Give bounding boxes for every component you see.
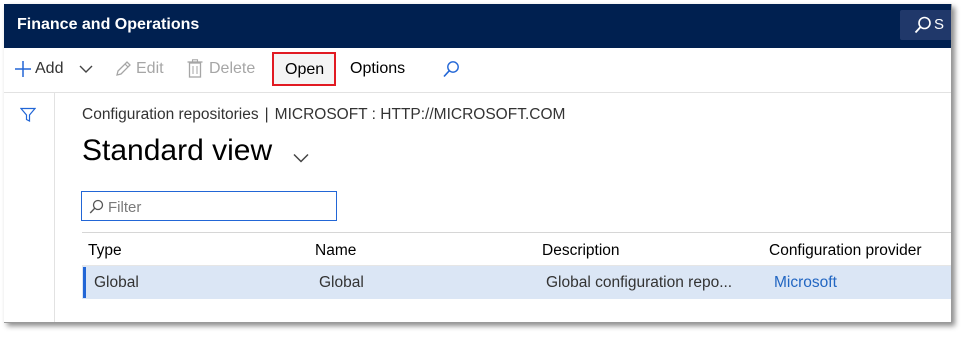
add-button-label: Add: [35, 60, 64, 77]
grid-filter-input[interactable]: [106, 196, 330, 218]
open-button[interactable]: Open: [272, 52, 336, 86]
options-button[interactable]: Options: [350, 58, 420, 80]
column-header-type[interactable]: Type: [88, 242, 122, 260]
column-header-description[interactable]: Description: [542, 242, 620, 260]
action-search-button[interactable]: [442, 60, 460, 83]
chevron-down-icon[interactable]: [293, 153, 309, 163]
pencil-icon: [116, 61, 131, 76]
selected-row-indicator: [83, 267, 86, 298]
table-row[interactable]: Global Global Global configuration repo.…: [82, 266, 951, 299]
delete-button-label: Delete: [209, 60, 256, 77]
search-icon: [914, 16, 931, 34]
global-search-text: S: [934, 16, 945, 33]
global-search-button[interactable]: S: [900, 10, 951, 40]
breadcrumb-context: MICROSOFT : HTTP://MICROSOFT.COM: [274, 106, 566, 123]
app-title: Finance and Operations: [17, 16, 200, 33]
chevron-down-icon: [79, 65, 93, 73]
column-header-name[interactable]: Name: [315, 242, 356, 260]
action-pane: Add Edit Delete Open Options: [4, 48, 951, 93]
edit-button-label: Edit: [136, 60, 164, 77]
cell-description: Global configuration repo...: [546, 274, 733, 291]
breadcrumb-page: Configuration repositories: [82, 106, 259, 123]
repositories-grid: Type Name Description Configuration prov…: [82, 232, 951, 322]
open-button-label: Open: [285, 61, 325, 78]
cell-provider-link[interactable]: Microsoft: [774, 274, 837, 292]
delete-button[interactable]: Delete: [187, 58, 263, 80]
edit-button[interactable]: Edit: [114, 58, 174, 80]
column-header-configuration-provider[interactable]: Configuration provider: [769, 242, 922, 260]
app-window: Finance and Operations S Add Edit Delete…: [4, 4, 952, 323]
cell-type: Global: [94, 274, 139, 291]
grid-filter-field[interactable]: [81, 191, 337, 221]
trash-icon: [187, 59, 203, 78]
filter-pane-rail: [4, 93, 55, 322]
plus-icon: [15, 61, 31, 77]
funnel-icon[interactable]: [20, 107, 36, 123]
add-button[interactable]: Add: [14, 58, 96, 80]
cell-name: Global: [319, 274, 364, 291]
breadcrumb: Configuration repositories | MICROSOFT : H…: [82, 106, 565, 124]
options-button-label: Options: [350, 60, 406, 77]
search-icon: [443, 61, 459, 78]
view-selector-title[interactable]: Standard view: [82, 134, 272, 168]
title-bar: Finance and Operations S: [4, 4, 951, 48]
breadcrumb-separator: |: [264, 106, 269, 123]
search-icon: [89, 199, 104, 214]
grid-header-row: Type Name Description Configuration prov…: [82, 232, 951, 266]
